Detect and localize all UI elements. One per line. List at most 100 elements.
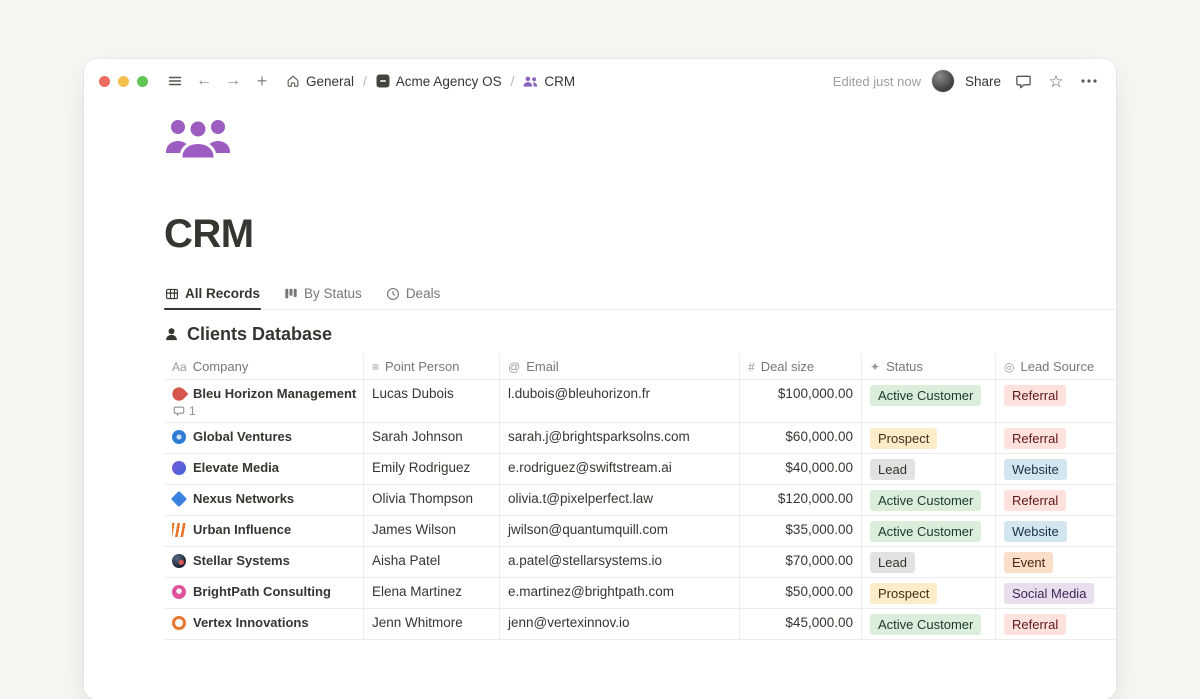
cell-email[interactable]: a.patel@stellarsystems.io — [500, 547, 740, 577]
cell-deal-size[interactable]: $100,000.00 — [740, 380, 862, 422]
comment-indicator[interactable]: 1 — [172, 404, 196, 418]
cell-point-person[interactable]: Aisha Patel — [364, 547, 500, 577]
cell-company[interactable]: Urban Influence — [164, 516, 364, 546]
cell-deal-size[interactable]: $120,000.00 — [740, 485, 862, 515]
cell-point-person[interactable]: Lucas Dubois — [364, 380, 500, 422]
tab-label: Deals — [406, 286, 441, 301]
cell-email[interactable]: olivia.t@pixelperfect.law — [500, 485, 740, 515]
cell-email[interactable]: e.martinez@brightpath.com — [500, 578, 740, 608]
lead-source-badge: Website — [1004, 459, 1067, 480]
breadcrumb-item-crm[interactable]: CRM — [519, 72, 579, 91]
avatar[interactable] — [932, 70, 954, 92]
company-logo-diamond — [171, 490, 187, 506]
select-property-icon: ◎ — [1004, 360, 1014, 374]
cell-lead-source[interactable]: Referral — [996, 609, 1116, 639]
cell-status[interactable]: Active Customer — [862, 380, 996, 422]
new-page-icon[interactable]: + — [251, 70, 273, 92]
cell-status[interactable]: Lead — [862, 454, 996, 484]
cell-company[interactable]: Stellar Systems — [164, 547, 364, 577]
cell-company[interactable]: Vertex Innovations — [164, 609, 364, 639]
cell-point-person[interactable]: Emily Rodriguez — [364, 454, 500, 484]
minimize-window-button[interactable] — [118, 76, 129, 87]
page-icon-people-group[interactable] — [164, 115, 232, 163]
status-badge: Prospect — [870, 428, 937, 449]
company-name-row: Urban Influence — [172, 522, 291, 537]
company-name[interactable]: Bleu Horizon Management — [193, 386, 356, 401]
company-name[interactable]: Global Ventures — [193, 429, 292, 444]
column-header-status[interactable]: ✦Status — [862, 354, 996, 379]
cell-status[interactable]: Lead — [862, 547, 996, 577]
cell-company[interactable]: Bleu Horizon Management 1 — [164, 380, 364, 422]
number-property-icon: # — [748, 360, 755, 374]
lead-source-badge: Referral — [1004, 428, 1066, 449]
company-name[interactable]: Urban Influence — [193, 522, 291, 537]
cell-company[interactable]: BrightPath Consulting — [164, 578, 364, 608]
cell-email[interactable]: sarah.j@brightsparksolns.com — [500, 423, 740, 453]
comments-icon[interactable] — [1012, 70, 1034, 92]
cell-deal-size[interactable]: $45,000.00 — [740, 609, 862, 639]
tab-all-records[interactable]: All Records — [164, 281, 261, 309]
company-name[interactable]: Vertex Innovations — [193, 615, 309, 630]
column-label: Email — [526, 359, 559, 374]
cell-point-person[interactable]: James Wilson — [364, 516, 500, 546]
sidebar-toggle-icon[interactable] — [164, 70, 186, 92]
column-header-lead-source[interactable]: ◎ Lead Source — [996, 354, 1116, 379]
cell-deal-size[interactable]: $50,000.00 — [740, 578, 862, 608]
cell-email[interactable]: e.rodriguez@swiftstream.ai — [500, 454, 740, 484]
back-icon[interactable]: ← — [193, 70, 215, 92]
forward-icon[interactable]: → — [222, 70, 244, 92]
cell-deal-size[interactable]: $35,000.00 — [740, 516, 862, 546]
cell-lead-source[interactable]: Event — [996, 547, 1116, 577]
cell-company[interactable]: Elevate Media — [164, 454, 364, 484]
window-topbar: ← → + General/Acme Agency OS/CRM Edited … — [84, 59, 1116, 99]
cell-company[interactable]: Global Ventures — [164, 423, 364, 453]
cell-lead-source[interactable]: Social Media — [996, 578, 1116, 608]
zoom-window-button[interactable] — [137, 76, 148, 87]
company-name[interactable]: Elevate Media — [193, 460, 279, 475]
cell-deal-size[interactable]: $60,000.00 — [740, 423, 862, 453]
cell-status[interactable]: Prospect — [862, 578, 996, 608]
company-name[interactable]: BrightPath Consulting — [193, 584, 331, 599]
breadcrumb-item-acme-agency-os[interactable]: Acme Agency OS — [372, 72, 506, 91]
cell-lead-source[interactable]: Referral — [996, 423, 1116, 453]
column-label: Lead Source — [1020, 359, 1094, 374]
breadcrumb-item-general[interactable]: General — [282, 72, 358, 91]
cell-status[interactable]: Active Customer — [862, 485, 996, 515]
company-name[interactable]: Nexus Networks — [193, 491, 294, 506]
company-name-row: Vertex Innovations — [172, 615, 309, 630]
share-button[interactable]: Share — [965, 74, 1001, 89]
close-window-button[interactable] — [99, 76, 110, 87]
tab-by-status[interactable]: By Status — [283, 281, 363, 309]
favorite-star-icon[interactable]: ☆ — [1045, 70, 1067, 92]
cell-point-person[interactable]: Sarah Johnson — [364, 423, 500, 453]
more-options-icon[interactable] — [1078, 70, 1100, 92]
cell-lead-source[interactable]: Referral — [996, 380, 1116, 422]
column-header-company[interactable]: AaCompany — [164, 354, 364, 379]
cell-deal-size[interactable]: $70,000.00 — [740, 547, 862, 577]
company-name[interactable]: Stellar Systems — [193, 553, 290, 568]
cell-deal-size[interactable]: $40,000.00 — [740, 454, 862, 484]
board-icon — [284, 287, 298, 301]
cell-lead-source[interactable]: Referral — [996, 485, 1116, 515]
column-header-point-person[interactable]: ≡Point Person — [364, 354, 500, 379]
cell-email[interactable]: jenn@vertexinnov.io — [500, 609, 740, 639]
tab-deals[interactable]: Deals — [385, 281, 442, 309]
cell-company[interactable]: Nexus Networks — [164, 485, 364, 515]
cell-status[interactable]: Active Customer — [862, 609, 996, 639]
cell-point-person[interactable]: Olivia Thompson — [364, 485, 500, 515]
column-header-email[interactable]: @Email — [500, 354, 740, 379]
cell-email[interactable]: l.dubois@bleuhorizon.fr — [500, 380, 740, 422]
view-tabs: All Records By Status Deals — [164, 281, 1116, 310]
cell-point-person[interactable]: Jenn Whitmore — [364, 609, 500, 639]
cell-email[interactable]: jwilson@quantumquill.com — [500, 516, 740, 546]
table-row: Vertex Innovations Jenn Whitmorejenn@vert… — [164, 609, 1116, 640]
cell-lead-source[interactable]: Website — [996, 516, 1116, 546]
cell-lead-source[interactable]: Website — [996, 454, 1116, 484]
column-header-deal-size[interactable]: #Deal size — [740, 354, 862, 379]
cell-status[interactable]: Prospect — [862, 423, 996, 453]
topbar-actions: Edited just now Share ☆ — [833, 70, 1100, 92]
cell-point-person[interactable]: Elena Martinez — [364, 578, 500, 608]
company-name-row: Nexus Networks — [172, 491, 294, 506]
cell-status[interactable]: Active Customer — [862, 516, 996, 546]
company-name-row: Elevate Media — [172, 460, 279, 475]
